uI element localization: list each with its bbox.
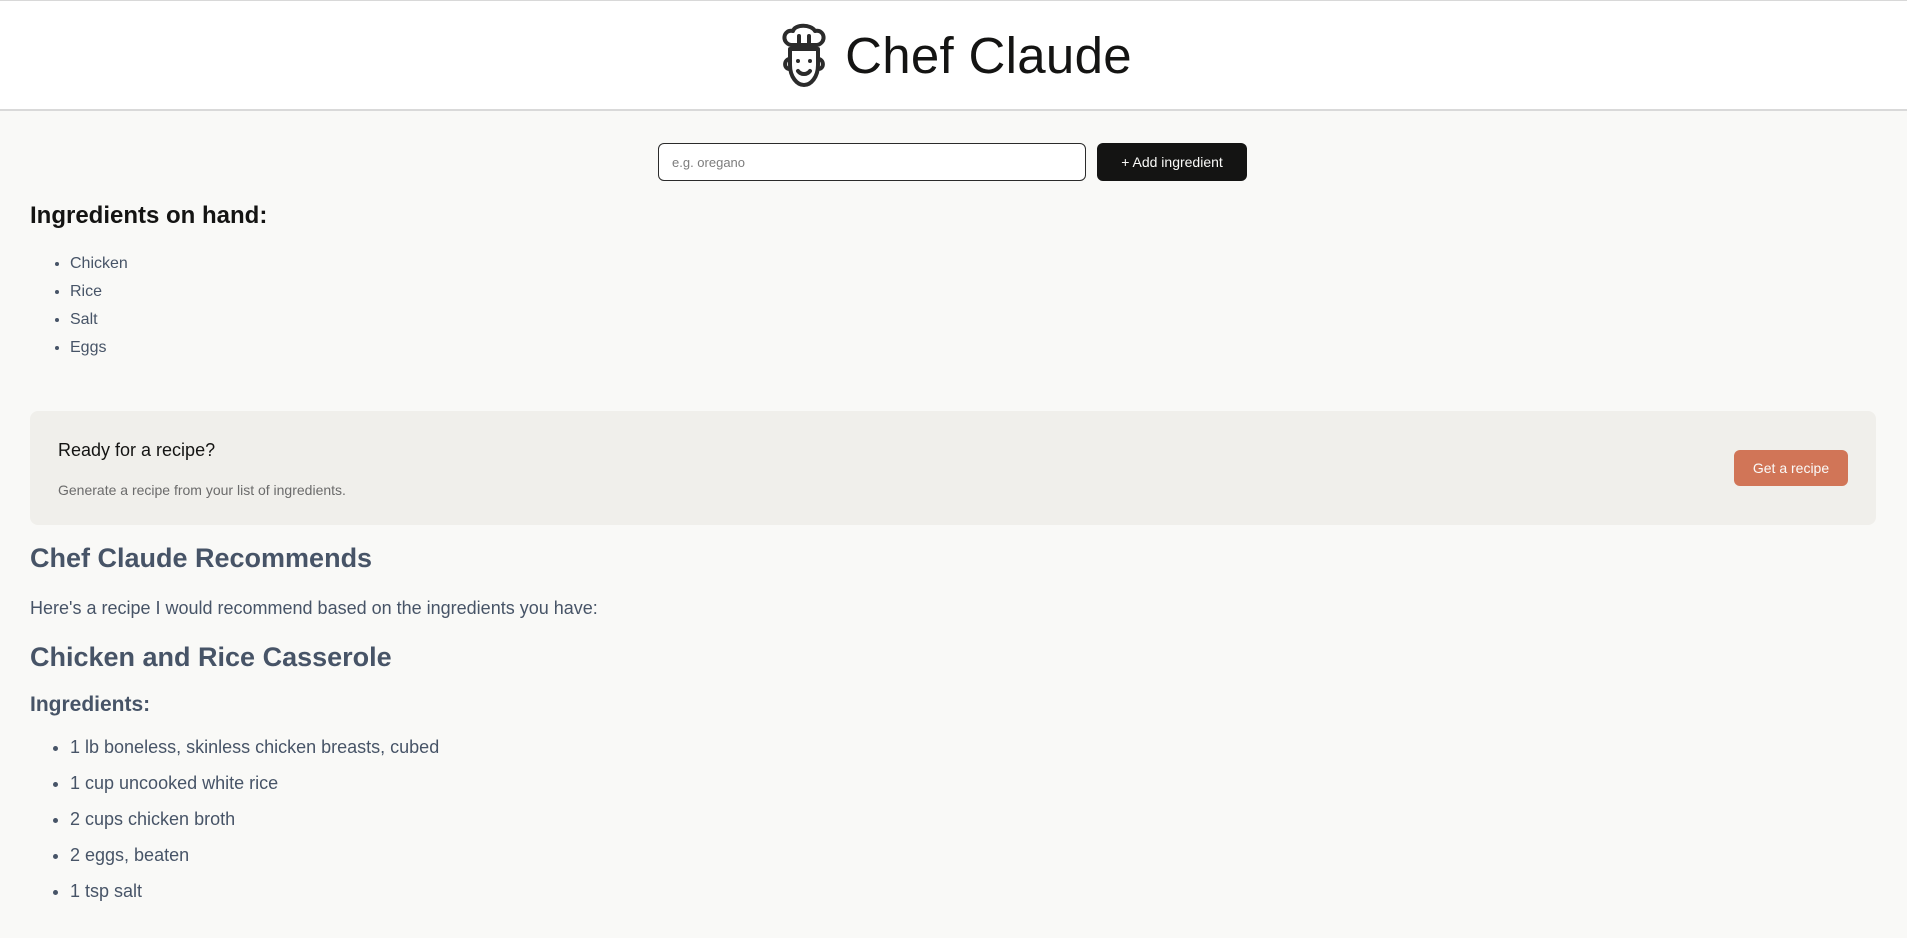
get-recipe-panel: Ready for a recipe? Generate a recipe fr… [30,411,1876,525]
list-item: 1 cup uncooked white rice [70,772,1876,808]
app-title: Chef Claude [845,26,1132,84]
cta-subtitle: Generate a recipe from your list of ingr… [58,482,346,498]
recipe-title: Chicken and Rice Casserole [30,642,392,672]
add-ingredient-button[interactable]: + Add ingredient [1097,143,1247,181]
recipe-ingredients-heading: Ingredients: [30,693,151,716]
recipe-intro: Here's a recipe I would recommend based … [30,598,598,618]
list-item: 1 tsp salt [70,880,1876,916]
app-header: Chef Claude [0,0,1907,111]
recipe-ingredients-list: 1 lb boneless, skinless chicken breasts,… [30,736,1876,916]
list-item: Salt [70,309,128,337]
list-item: 2 cups chicken broth [70,808,1876,844]
list-item: Rice [70,281,128,309]
get-recipe-button[interactable]: Get a recipe [1734,450,1848,486]
cta-title: Ready for a recipe? [58,440,216,460]
chef-hat-face-icon [782,23,826,87]
add-ingredient-form: + Add ingredient [658,143,1247,181]
list-item: Eggs [70,337,128,365]
list-item: 1 lb boneless, skinless chicken breasts,… [70,736,1876,772]
ingredients-on-hand-list: Chicken Rice Salt Eggs [30,253,128,365]
ingredients-on-hand-heading: Ingredients on hand: [30,202,268,229]
ingredient-input[interactable] [658,143,1086,181]
list-item: Chicken [70,253,128,281]
list-item: 2 eggs, beaten [70,844,1876,880]
recommendation-heading: Chef Claude Recommends [30,543,373,573]
recipe-section: Chef Claude Recommends Here's a recipe I… [30,543,1876,916]
